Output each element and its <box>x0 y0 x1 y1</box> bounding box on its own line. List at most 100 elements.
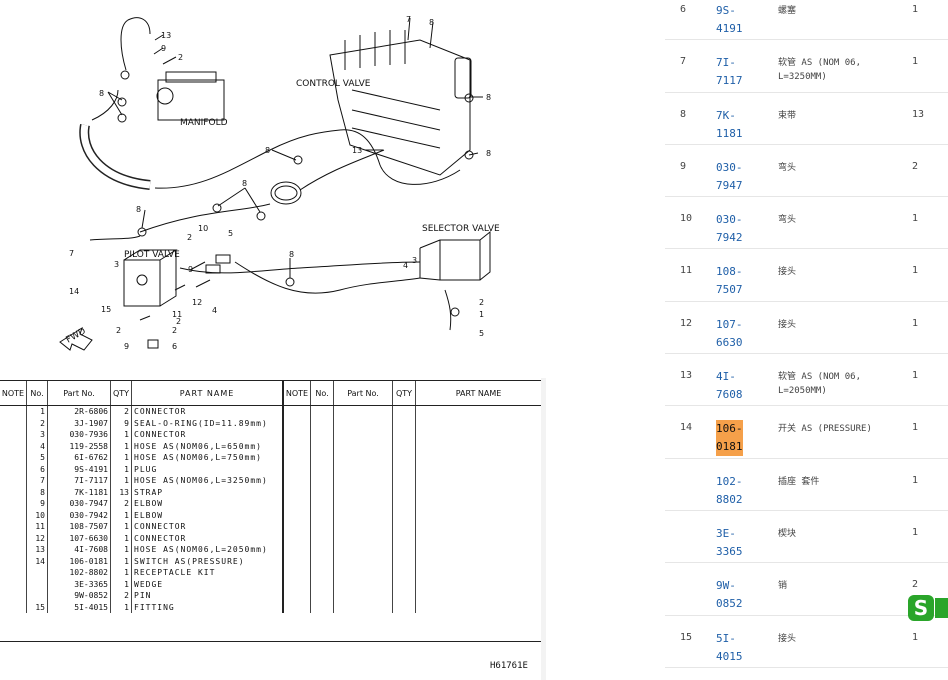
cell-part-name-right <box>415 590 541 602</box>
part-qty: 1 <box>912 526 919 538</box>
cell-note-right <box>282 567 311 579</box>
sogou-s-icon[interactable]: S <box>907 594 948 622</box>
part-number-link[interactable]: 7I- 7117 <box>716 54 750 90</box>
cell-part-no-right <box>333 417 393 429</box>
callout: 14 <box>69 287 79 296</box>
part-number-link[interactable]: 107- 6630 <box>716 316 750 352</box>
part-number-line-1[interactable]: 5I- <box>716 630 736 648</box>
cell-part-no-right <box>333 405 393 418</box>
part-number-link[interactable]: 9S- 4191 <box>716 2 750 38</box>
cell-no: 10 <box>26 509 48 521</box>
part-number-line-2[interactable]: 7947 <box>716 177 743 195</box>
cell-note-right <box>282 486 311 498</box>
part-number-line-2[interactable]: 3365 <box>716 543 743 561</box>
cell-part-no: 6I-6762 <box>47 452 111 464</box>
part-number-link[interactable]: 108- 7507 <box>716 263 750 299</box>
part-number-line-1[interactable]: 106- <box>716 420 743 439</box>
part-number-link[interactable]: 102- 8802 <box>716 473 750 509</box>
part-number-line-1[interactable]: 030- <box>716 159 743 177</box>
table-row: 10 030-7942 1 ELBOW <box>0 509 541 522</box>
item-number: 12 <box>680 317 693 329</box>
cell-note <box>0 521 27 533</box>
callout: 3 <box>412 256 417 265</box>
part-number-line-2[interactable]: 1181 <box>716 125 743 143</box>
cell-no-right <box>310 544 334 556</box>
part-number-line-2[interactable]: 7942 <box>716 229 743 247</box>
table-row: 102-8802 1 RECEPTACLE KIT <box>0 567 541 579</box>
table-row: 11 108-7507 1 CONNECTOR <box>0 521 541 533</box>
parts-list: 6 9S- 4191 螺塞 1 7 7I- 7117 软管 AS (NOM 06, L=3250… <box>665 0 948 668</box>
parts-list-row: 6 9S- 4191 螺塞 1 <box>665 0 948 41</box>
part-number-link[interactable]: 030- 7947 <box>716 159 750 195</box>
part-number-line-2[interactable]: 4191 <box>716 20 743 38</box>
cell-part-name: CONNECTOR <box>131 429 283 441</box>
cell-part-name: HOSE AS(NOM06,L=750mm) <box>131 452 283 464</box>
cell-no-right <box>310 486 334 498</box>
part-number-link[interactable]: 5I- 4015 <box>716 630 750 666</box>
callout: 2 <box>176 317 181 326</box>
item-number: 15 <box>680 631 693 643</box>
callout: 5 <box>228 229 233 238</box>
callout: 4 <box>403 261 408 270</box>
part-number-link[interactable]: 4I- 7608 <box>716 368 750 404</box>
callout: 8 <box>486 93 491 102</box>
part-number-line-2[interactable]: 7608 <box>716 386 743 404</box>
part-number-line-2[interactable]: 0852 <box>716 595 743 613</box>
cell-note <box>0 510 27 522</box>
part-number-line-2[interactable]: 8802 <box>716 491 743 509</box>
part-number-line-2[interactable]: 7507 <box>716 281 743 299</box>
callout: 2 <box>116 326 121 335</box>
cell-part-no-right <box>333 463 393 475</box>
part-number-line-1[interactable]: 9S- <box>716 2 736 20</box>
table-row: 6 9S-4191 1 PLUG <box>0 463 541 475</box>
cell-qty: 1 <box>110 532 132 544</box>
part-number-link[interactable]: 106- 0181 <box>716 420 750 457</box>
part-number-line-2[interactable]: 4015 <box>716 648 743 666</box>
part-number-line-1[interactable]: 107- <box>716 316 743 334</box>
part-number-link[interactable]: 3E- 3365 <box>716 525 750 561</box>
item-number: 11 <box>680 265 693 277</box>
part-number-line-1[interactable]: 102- <box>716 473 743 491</box>
part-number-line-2[interactable]: 0181 <box>716 438 743 457</box>
part-number-line-1[interactable]: 3E- <box>716 525 736 543</box>
header-part-name: PART NAME <box>131 380 283 406</box>
part-number-line-1[interactable]: 7K- <box>716 107 736 125</box>
cell-part-name-right <box>415 405 541 418</box>
part-number-link[interactable]: 7K- 1181 <box>716 107 750 143</box>
cell-qty: 1 <box>110 578 132 590</box>
cell-no-right <box>310 509 334 521</box>
cell-part-name: CONNECTOR <box>131 521 283 533</box>
cell-qty-right <box>392 429 416 441</box>
part-number-line-1[interactable]: 7I- <box>716 54 736 72</box>
cell-qty: 1 <box>110 475 132 487</box>
part-number-line-1[interactable]: 4I- <box>716 368 736 386</box>
part-number-link[interactable]: 030- 7942 <box>716 211 750 247</box>
cell-part-name-right <box>415 417 541 429</box>
cell-note <box>0 441 27 453</box>
cell-part-no-right <box>333 521 393 533</box>
part-number-line-2[interactable]: 6630 <box>716 334 743 352</box>
cell-part-name: HOSE AS(NOM06,L=650mm) <box>131 440 283 452</box>
cell-qty-right <box>392 475 416 487</box>
cell-qty: 2 <box>110 590 132 602</box>
cell-qty: 1 <box>110 544 132 556</box>
cell-part-name-right <box>415 463 541 475</box>
cell-note <box>0 590 27 602</box>
part-number-line-1[interactable]: 9W- <box>716 577 736 595</box>
part-number-line-2[interactable]: 7117 <box>716 72 743 90</box>
cell-no-right <box>310 405 334 418</box>
part-name: 弯头 <box>778 162 797 173</box>
callout: 13 <box>352 146 362 155</box>
table-row: 9 030-7947 2 ELBOW <box>0 498 541 510</box>
part-number-link[interactable]: 9W- 0852 <box>716 577 750 613</box>
item-number: 10 <box>680 213 693 225</box>
cell-no: 15 <box>26 601 48 613</box>
table-row: 8 7K-1181 13 STRAP <box>0 486 541 498</box>
cell-part-name-right <box>415 509 541 521</box>
cell-part-no-right <box>333 567 393 579</box>
cell-no: 11 <box>26 521 48 533</box>
part-number-line-1[interactable]: 030- <box>716 211 743 229</box>
cell-part-no-right <box>333 601 393 613</box>
callout: 7 <box>69 249 74 258</box>
part-number-line-1[interactable]: 108- <box>716 263 743 281</box>
